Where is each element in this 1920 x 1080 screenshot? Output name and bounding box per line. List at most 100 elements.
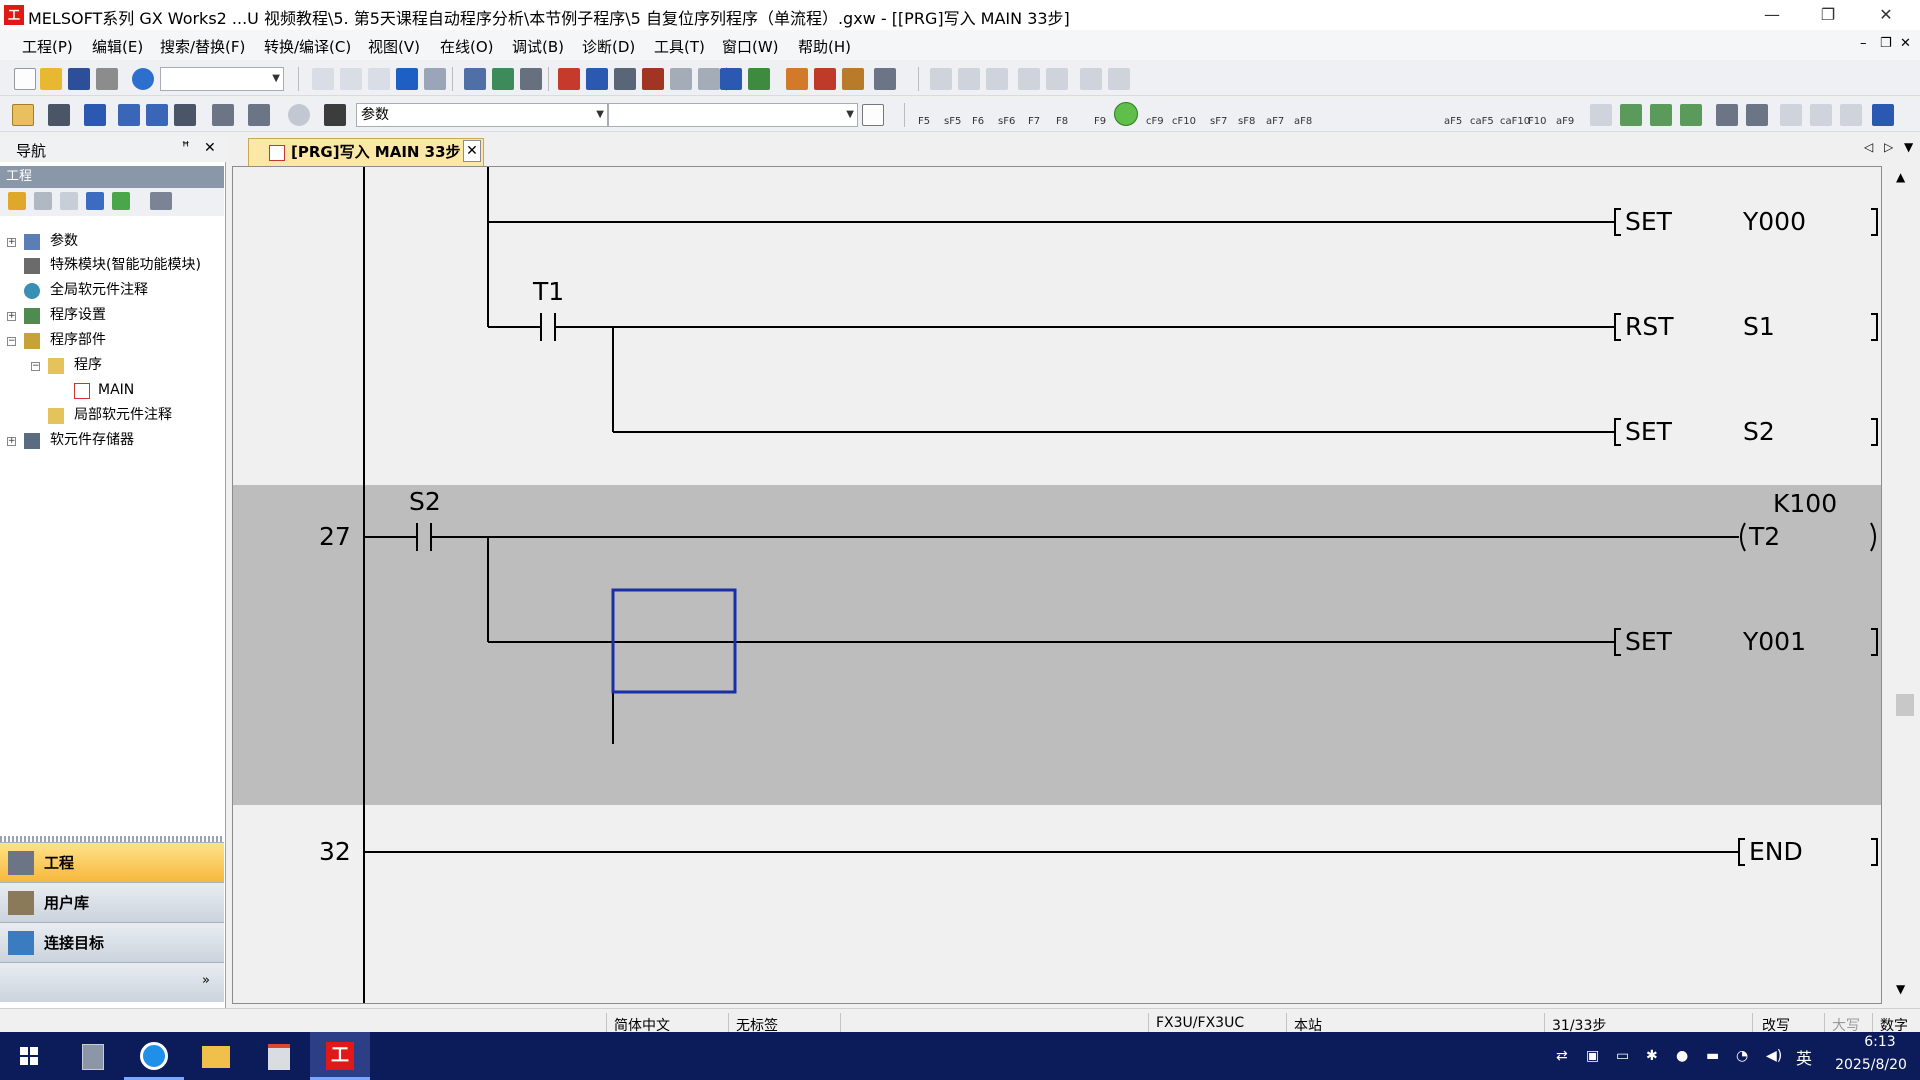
mdi-minimize-button[interactable]: – — [1860, 36, 1867, 51]
copy-data-icon[interactable] — [34, 192, 52, 210]
ladder-tool-16-icon[interactable] — [1840, 104, 1862, 126]
minimize-button[interactable]: — — [1744, 0, 1800, 30]
start-button[interactable] — [0, 1032, 60, 1080]
expander-icon[interactable]: + — [7, 312, 16, 321]
undo-icon[interactable] — [396, 68, 418, 90]
tray-volume-icon[interactable]: ◀) — [1766, 1048, 1782, 1064]
menu-debug[interactable]: 调试(B) — [512, 36, 564, 57]
ladder-tool-5-icon[interactable] — [1046, 68, 1068, 90]
paste-data-icon[interactable] — [60, 192, 78, 210]
watch-icon[interactable] — [212, 104, 234, 126]
pin-icon[interactable]: ꟸ — [182, 140, 190, 155]
chevron-double-icon[interactable]: » — [202, 973, 210, 988]
binoculars-icon[interactable] — [324, 104, 346, 126]
page-icon[interactable] — [862, 104, 884, 126]
ladder-tool-17-icon[interactable] — [1872, 104, 1894, 126]
taskbar-explorer[interactable] — [186, 1032, 246, 1080]
close-window-button[interactable]: ✕ — [1858, 0, 1914, 30]
sort-icon[interactable] — [150, 192, 172, 210]
device-list-icon[interactable] — [492, 68, 514, 90]
expander-icon[interactable]: − — [31, 362, 40, 371]
ladder-tool-11-icon[interactable] — [1680, 104, 1702, 126]
save-icon[interactable] — [68, 68, 90, 90]
ladder-tool-15-icon[interactable] — [1810, 104, 1832, 126]
tab-scroll-left-icon[interactable]: ◁ — [1864, 140, 1873, 154]
mdi-restore-button[interactable]: ❐ — [1880, 36, 1892, 51]
new-file-icon[interactable] — [14, 68, 36, 90]
transfer-icon[interactable] — [786, 68, 808, 90]
read-from-plc-icon[interactable] — [586, 68, 608, 90]
copy-icon[interactable] — [340, 68, 362, 90]
dev-read-icon[interactable] — [748, 68, 770, 90]
tree-item-program-setting[interactable]: 程序设置 — [50, 304, 106, 326]
stop-icon[interactable] — [842, 68, 864, 90]
taskbar-calculator[interactable] — [62, 1032, 122, 1080]
tree-item-program-parts[interactable]: 程序部件 — [50, 329, 106, 351]
tab-scroll-right-icon[interactable]: ▷ — [1884, 140, 1893, 154]
ladder-tool-10-icon[interactable] — [1650, 104, 1672, 126]
device-search-icon[interactable] — [464, 68, 486, 90]
scroll-up-icon[interactable]: ▲ — [1896, 170, 1905, 184]
ladder-tool-2-icon[interactable] — [958, 68, 980, 90]
ladder-tool-1-icon[interactable] — [930, 68, 952, 90]
tab-main-program[interactable]: [PRG]写入 MAIN 33步 ✕ — [248, 138, 484, 166]
clock-date[interactable]: 2025/8/20 — [1828, 1057, 1914, 1073]
ladder-tool-6-icon[interactable] — [1080, 68, 1102, 90]
tree-item-global-comment[interactable]: 全局软元件注释 — [50, 279, 148, 301]
expander-icon[interactable]: − — [7, 337, 16, 346]
expander-icon[interactable]: + — [7, 437, 16, 446]
menu-project[interactable]: 工程(P) — [22, 36, 73, 57]
verify-icon[interactable] — [614, 68, 636, 90]
close-icon[interactable]: ✕ — [204, 140, 216, 156]
window-icon[interactable] — [84, 104, 106, 126]
tray-display-icon[interactable]: ▭ — [1616, 1048, 1629, 1064]
run-icon[interactable] — [814, 68, 836, 90]
cut-icon[interactable] — [312, 68, 334, 90]
navigation-toggle-icon[interactable] — [12, 104, 34, 126]
ladder-tool-13-icon[interactable] — [1746, 104, 1768, 126]
monitor-stop-icon[interactable] — [670, 68, 692, 90]
menu-edit[interactable]: 编辑(E) — [92, 36, 143, 57]
nav-tab-connection[interactable]: 连接目标 — [0, 922, 224, 962]
vertical-scrollbar[interactable]: ▲ ▼ — [1884, 166, 1920, 1004]
tray-mic-icon[interactable]: ● — [1676, 1048, 1688, 1064]
ladder-tool-12-icon[interactable] — [1716, 104, 1738, 126]
menu-tools[interactable]: 工具(T) — [654, 36, 705, 57]
taskbar-gxworks[interactable]: 工 — [310, 1032, 370, 1080]
menu-convert-compile[interactable]: 转换/编译(C) — [264, 36, 351, 57]
tree-item-program[interactable]: 程序 — [74, 354, 102, 376]
line-draw-icon[interactable] — [1114, 102, 1138, 126]
tray-bluetooth-icon[interactable]: ✱ — [1646, 1048, 1658, 1064]
tree-item-local-comment[interactable]: 局部软元件注释 — [74, 404, 172, 426]
ladder-tool-7-icon[interactable] — [1108, 68, 1130, 90]
scroll-down-icon[interactable]: ▼ — [1896, 982, 1905, 996]
tray-video-icon[interactable]: ▣ — [1586, 1048, 1599, 1064]
nav-tab-user-library[interactable]: 用户库 — [0, 882, 224, 922]
dev-icon-1[interactable] — [118, 104, 140, 126]
grid-icon[interactable] — [174, 104, 196, 126]
taskbar-browser[interactable] — [124, 1032, 184, 1080]
expander-icon[interactable]: + — [7, 238, 16, 247]
menu-view[interactable]: 视图(V) — [368, 36, 420, 57]
ladder-tool-3-icon[interactable] — [986, 68, 1008, 90]
paste-icon[interactable] — [368, 68, 390, 90]
tray-ime-indicator[interactable]: 英 — [1796, 1045, 1812, 1069]
restore-button[interactable]: ❐ — [1800, 0, 1856, 30]
mdi-close-button[interactable]: ✕ — [1900, 36, 1911, 51]
tray-network-icon[interactable]: ⇄ — [1556, 1048, 1568, 1064]
toolbar-combo-2[interactable]: ▼ — [608, 103, 858, 127]
ladder-editor[interactable]: SET Y000 T1 RST S1 SET S2 27 S2 K100 T2 … — [232, 166, 1882, 1004]
menu-help[interactable]: 帮助(H) — [798, 36, 851, 57]
tree-item-parameter[interactable]: 参数 — [50, 230, 78, 252]
properties-icon[interactable] — [48, 104, 70, 126]
tray-battery-icon[interactable]: ▬ — [1706, 1048, 1719, 1064]
new-data-icon[interactable] — [8, 192, 26, 210]
taskbar-document[interactable] — [248, 1032, 308, 1080]
dev-icon-2[interactable] — [146, 104, 168, 126]
menu-window[interactable]: 窗口(W) — [722, 36, 779, 57]
open-folder-icon[interactable] — [40, 68, 62, 90]
tab-list-icon[interactable]: ▼ — [1904, 140, 1913, 154]
toolbar-combo-1[interactable]: ▼ — [160, 67, 284, 91]
menu-diagnostics[interactable]: 诊断(D) — [582, 36, 635, 57]
tree-item-device-memory[interactable]: 软元件存储器 — [50, 429, 134, 451]
